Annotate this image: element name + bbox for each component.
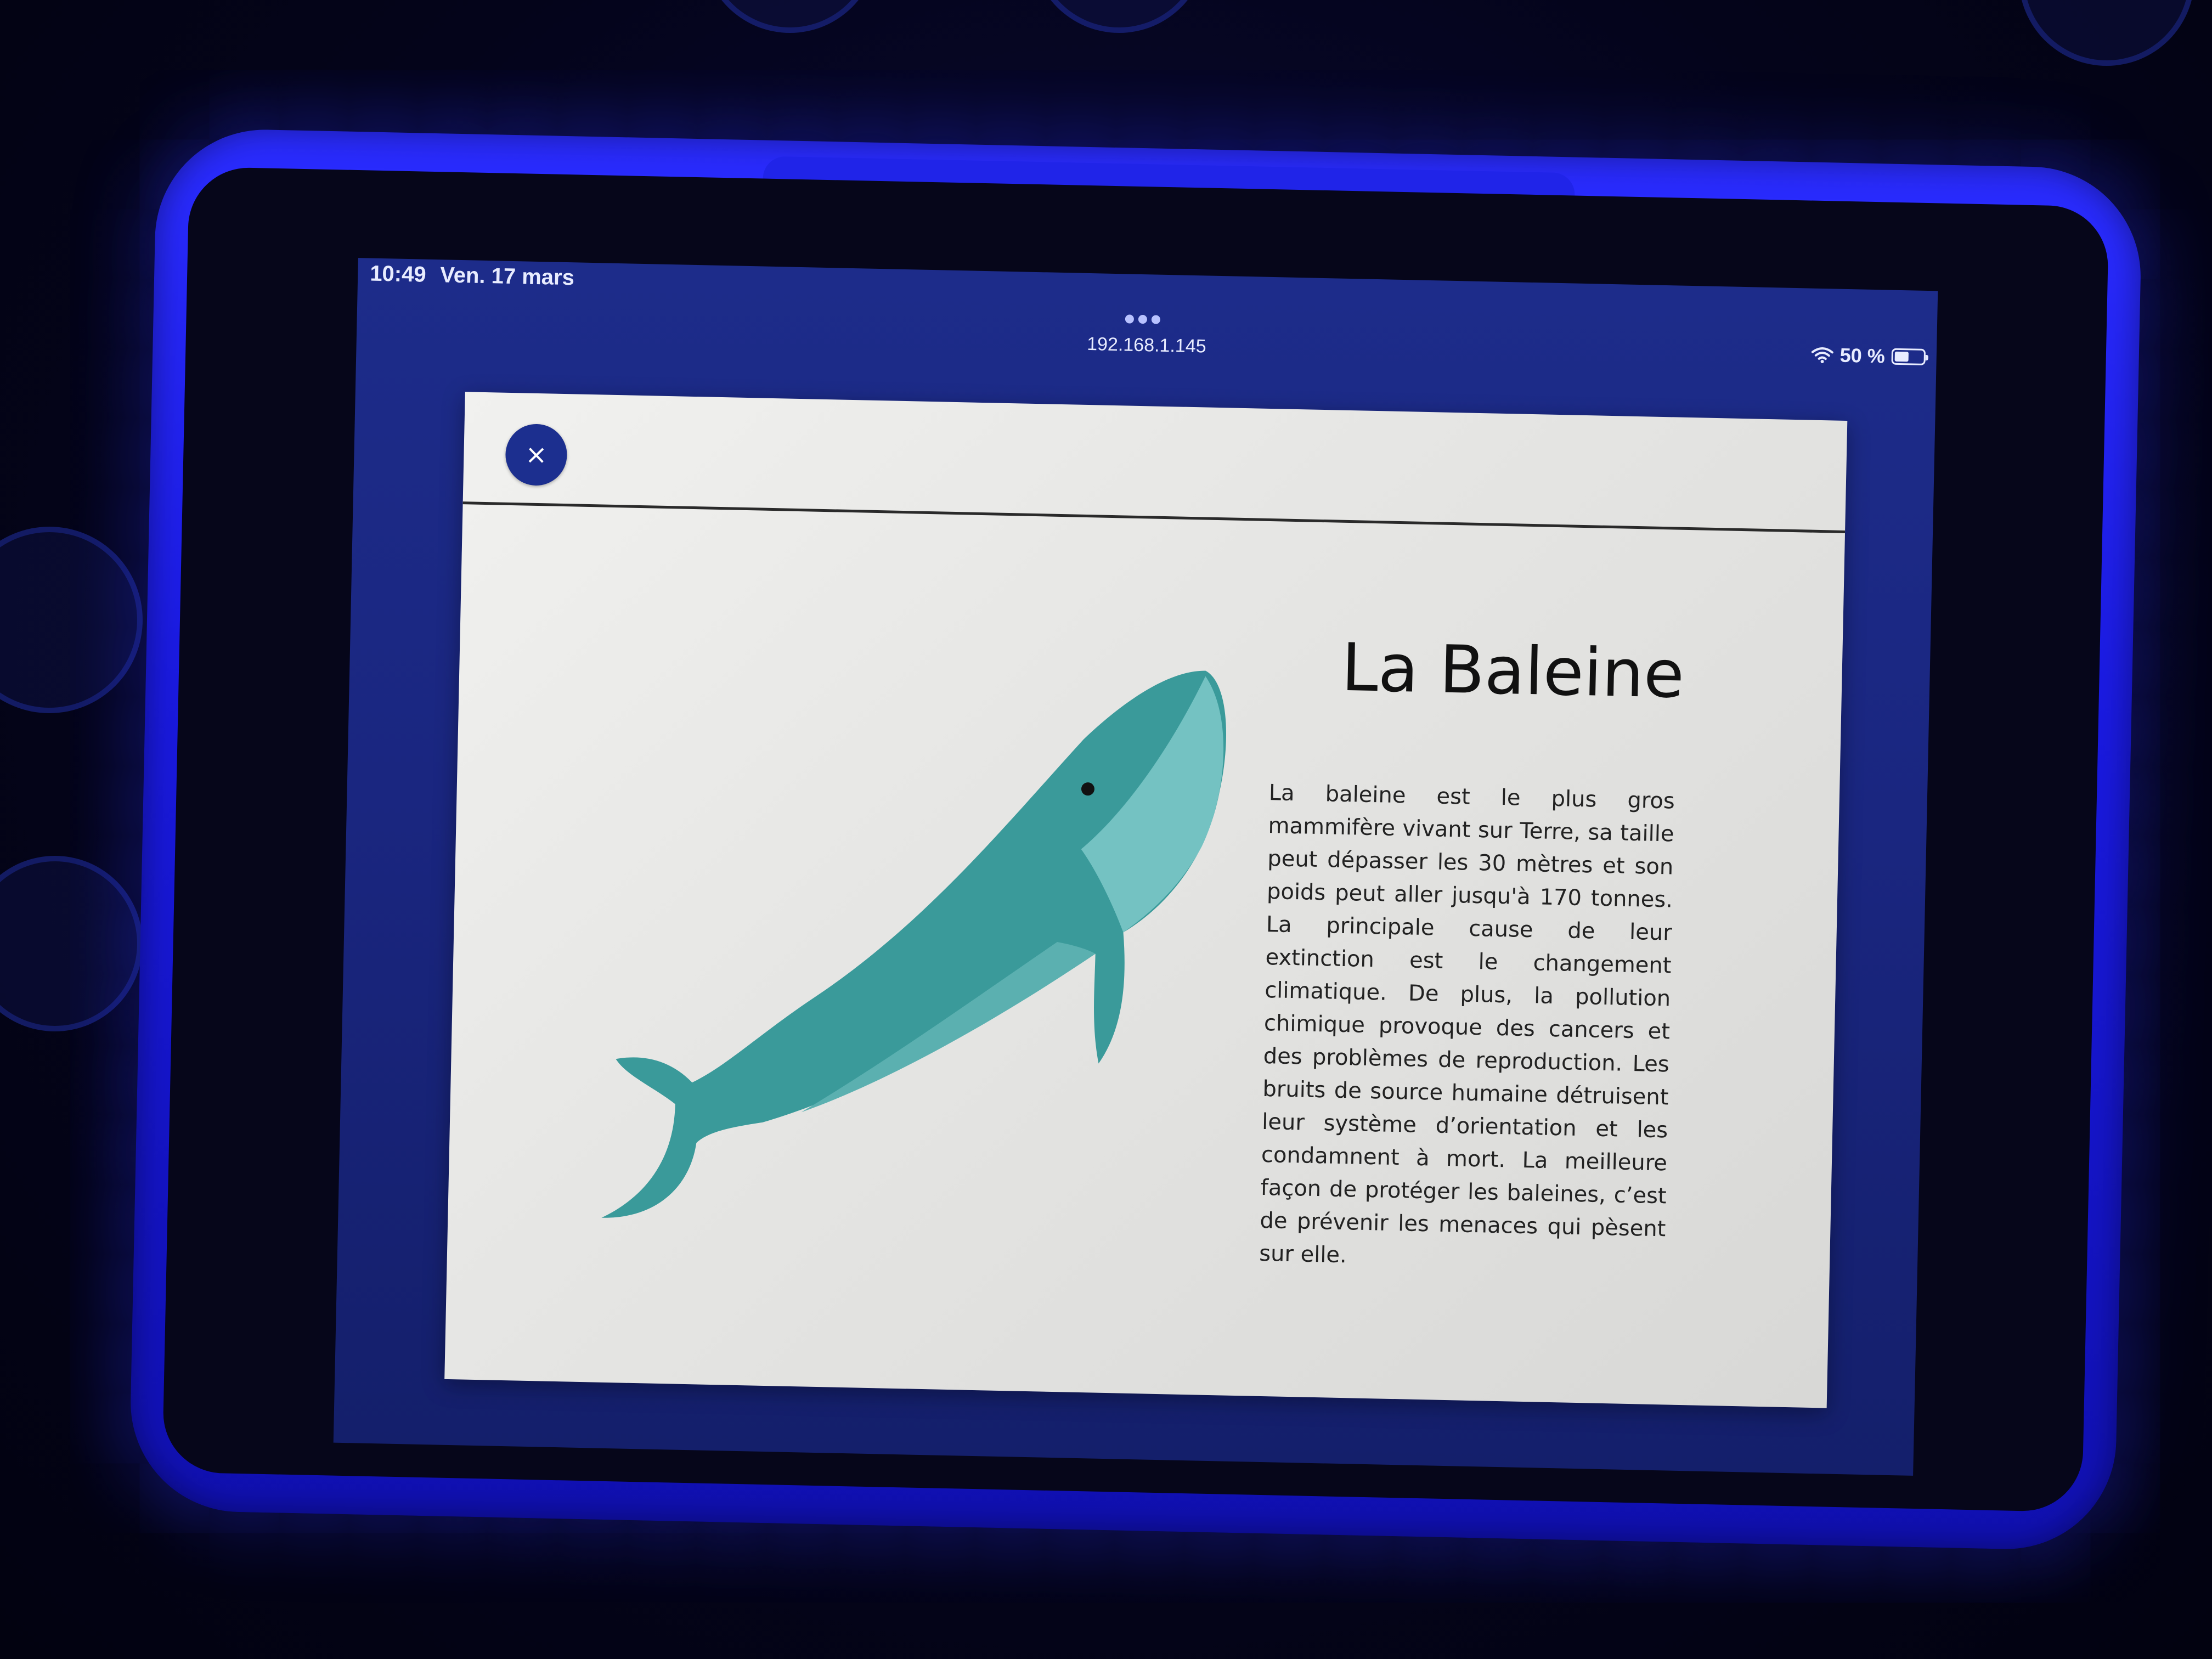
close-icon: ×: [524, 439, 548, 471]
description-text: La baleine est le plus gros mammifère vi…: [1259, 780, 1675, 1268]
background-circle: [702, 0, 878, 33]
page-url: 192.168.1.145: [1086, 333, 1207, 357]
status-time: 10:49: [369, 261, 427, 287]
whale-illustration: [601, 670, 1227, 1218]
whale-body: [601, 670, 1227, 1218]
modal-header: ×: [462, 392, 1848, 533]
background-circle: [1031, 0, 1207, 33]
background-circle: [0, 527, 143, 713]
dot: [1138, 314, 1148, 324]
background-circle: [2019, 0, 2194, 66]
info-modal: × La Baleine La baleine est le plus gros…: [444, 392, 1848, 1408]
status-date: Ven. 17 mars: [439, 263, 575, 290]
multitask-dots-icon[interactable]: [1125, 314, 1169, 326]
page-title: La Baleine: [1340, 629, 1685, 713]
close-button[interactable]: ×: [505, 423, 568, 487]
status-indicators: 50 %: [1811, 343, 1926, 369]
background-circle: [0, 856, 143, 1031]
battery-percentage: 50 %: [1839, 343, 1886, 368]
battery-icon: [1891, 348, 1926, 365]
dot: [1125, 314, 1135, 324]
dot: [1151, 315, 1161, 324]
wifi-icon: [1811, 347, 1833, 364]
tablet-screen: 10:49 Ven. 17 mars 192.168.1.145 50 % ×: [333, 258, 1938, 1476]
